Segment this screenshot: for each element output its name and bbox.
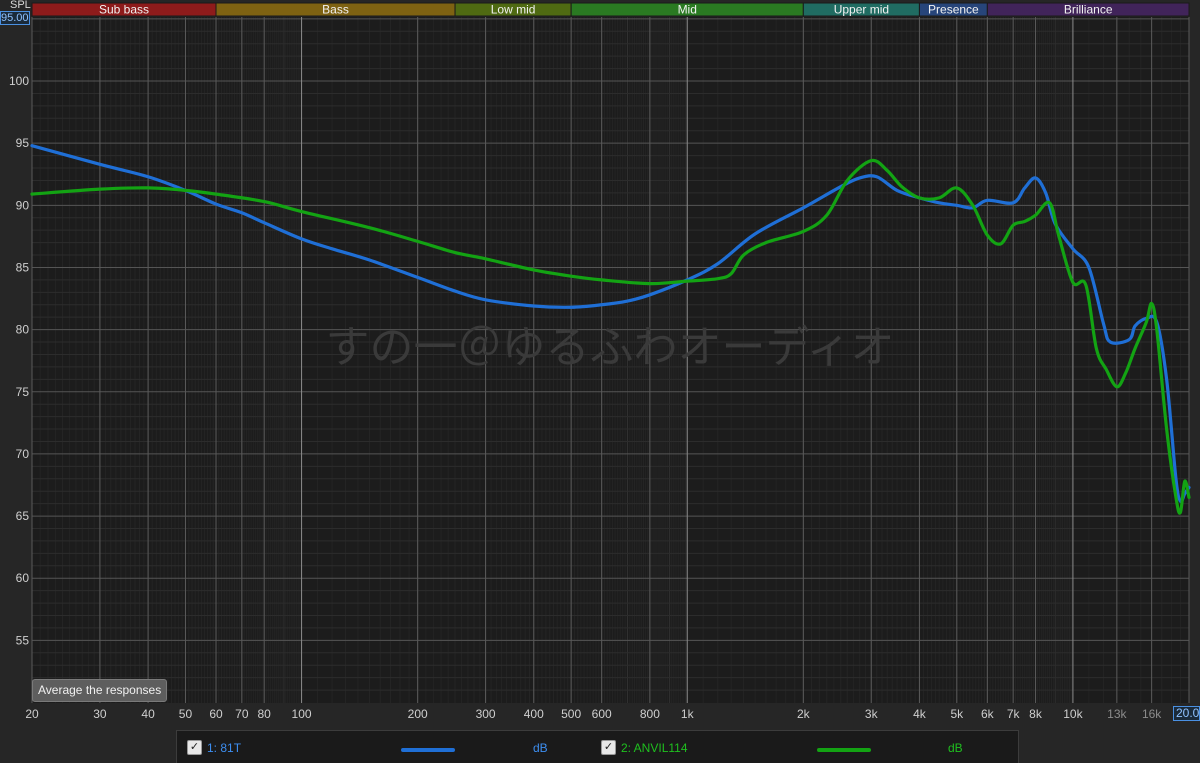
band-label: Presence xyxy=(928,3,979,17)
x-tick-label: 1k xyxy=(681,707,695,721)
band-label: Brilliance xyxy=(1064,3,1113,17)
x-tick-label: 5k xyxy=(950,707,964,721)
x-tick-label: 16k xyxy=(1142,707,1162,721)
x-tick-label: 80 xyxy=(258,707,272,721)
series-2-unit: dB xyxy=(948,741,963,755)
x-tick-label: 500 xyxy=(561,707,581,721)
series-2-label: 2: ANVIL114 xyxy=(621,741,688,755)
x-tick-label: 7k xyxy=(1007,707,1021,721)
series-1-swatch xyxy=(401,748,455,752)
x-tick-label: 3k xyxy=(865,707,879,721)
y-tick-label: 65 xyxy=(16,509,30,523)
x-tick-label: 100 xyxy=(292,707,312,721)
x-tick-label: 60 xyxy=(209,707,223,721)
x-tick-label: 20 xyxy=(25,707,39,721)
series-1-label: 1: 81T xyxy=(207,741,242,755)
y-tick-label: 55 xyxy=(16,633,30,647)
x-tick-label: 600 xyxy=(592,707,612,721)
x-tick-label: 4k xyxy=(913,707,927,721)
band-label: Mid xyxy=(678,3,697,17)
y-tick-label: 95 xyxy=(16,136,30,150)
series-2-checkbox[interactable]: ✓ xyxy=(601,740,616,755)
band-label: Low mid xyxy=(491,3,536,17)
legend-panel: ✓ 1: 81T dB ✓ 2: ANVIL114 dB xyxy=(176,730,1019,763)
x-tick-label: 300 xyxy=(476,707,496,721)
frequency-response-chart: Sub bass Bass Low mid Mid Upper mid Presence B… xyxy=(0,0,1200,763)
y-tick-label: 100 xyxy=(9,74,29,88)
y-tick-label: 85 xyxy=(16,260,30,274)
x-tick-label: 200 xyxy=(408,707,428,721)
x-tick-label: 30 xyxy=(93,707,107,721)
frequency-bands: Sub bass Bass Low mid Mid Upper mid Presence B… xyxy=(31,2,1190,17)
band-label: Upper mid xyxy=(834,3,889,17)
x-max-input[interactable]: 20.00 xyxy=(1173,706,1200,721)
x-tick-label: 800 xyxy=(640,707,660,721)
x-tick-label: 2k xyxy=(797,707,811,721)
y-max-input[interactable]: 95.00 xyxy=(0,11,30,25)
y-tick-label: 60 xyxy=(16,571,30,585)
x-tick-label: 40 xyxy=(141,707,155,721)
x-tick-label: 10k xyxy=(1063,707,1083,721)
x-tick-label: 70 xyxy=(235,707,249,721)
band-label: Bass xyxy=(322,3,349,17)
x-tick-label: 400 xyxy=(524,707,544,721)
x-tick-label: 8k xyxy=(1029,707,1043,721)
y-tick-label: 70 xyxy=(16,447,30,461)
series-2-swatch xyxy=(817,748,871,752)
y-tick-label: 90 xyxy=(16,198,30,212)
y-tick-label: 75 xyxy=(16,385,30,399)
series-1-unit: dB xyxy=(533,741,548,755)
watermark-text: すの一＠ゆるふわオーディオ xyxy=(326,322,895,373)
series-1-checkbox[interactable]: ✓ xyxy=(187,740,202,755)
x-tick-label: 50 xyxy=(179,707,193,721)
x-tick-label: 6k xyxy=(981,707,995,721)
average-responses-button[interactable]: Average the responses xyxy=(32,679,168,702)
y-tick-label: 80 xyxy=(16,323,30,337)
band-label: Sub bass xyxy=(99,3,149,17)
x-tick-label: 13k xyxy=(1107,707,1127,721)
